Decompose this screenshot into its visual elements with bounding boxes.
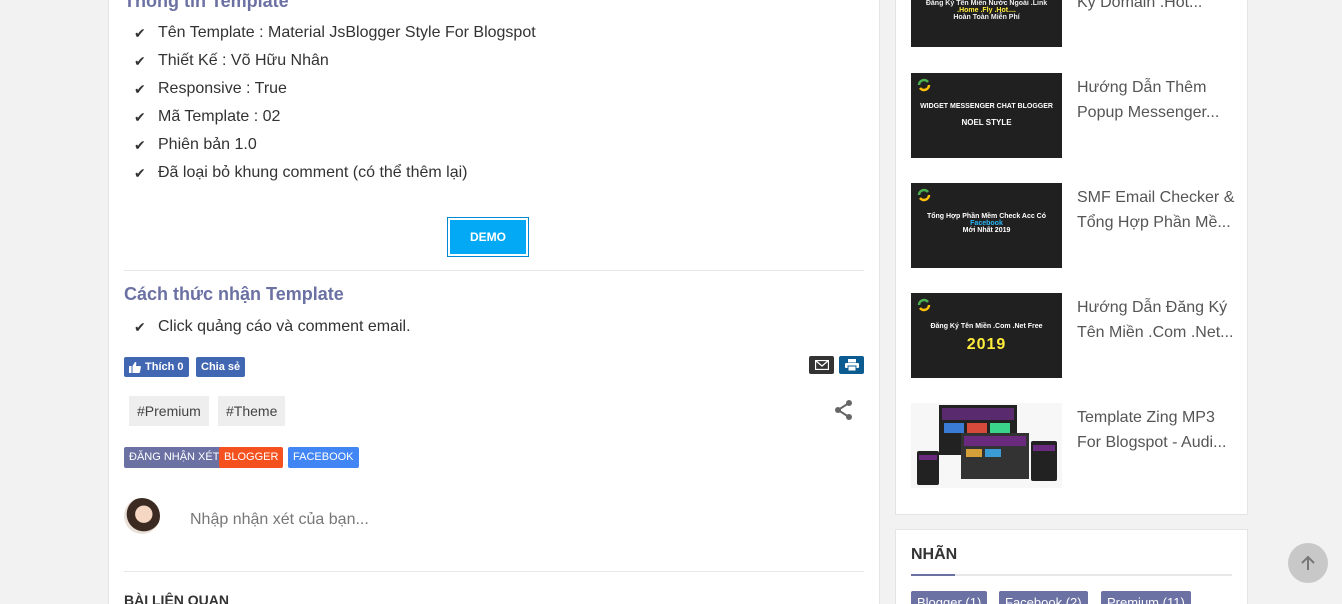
check-icon: ✔ xyxy=(134,165,146,181)
post-comment-label[interactable]: Đăng nhận xét xyxy=(124,447,225,468)
check-icon: ✔ xyxy=(134,319,146,335)
info-list: ✔ Tên Template : Material JsBlogger Style… xyxy=(134,22,536,190)
divider xyxy=(124,571,864,572)
post-title[interactable]: Hướng Dẫn Đăng Ký Tên Miền .Com .Net... xyxy=(1077,295,1237,345)
avatar xyxy=(124,498,160,534)
printer-icon xyxy=(844,359,859,371)
post-thumbnail[interactable]: Tổng Hợp Phần Mềm Check Acc Có Facebook … xyxy=(911,183,1062,268)
refresh-logo-icon xyxy=(917,78,931,92)
tag-premium[interactable]: #Premium xyxy=(129,396,209,426)
check-icon: ✔ xyxy=(134,81,146,97)
post-thumbnail[interactable]: Đăng Ký Tên Miền Nước Ngoài .Link .Home … xyxy=(911,0,1062,47)
sidebar-post[interactable]: Template Zing MP3 For Blogspot - Audi... xyxy=(911,403,1241,489)
sidebar-label-facebook[interactable]: Facebook (2) xyxy=(999,591,1088,604)
post-title[interactable]: Ký Domain .Hot... xyxy=(1077,0,1237,15)
check-icon: ✔ xyxy=(134,53,146,69)
label-facebook[interactable]: Facebook xyxy=(288,447,359,468)
check-icon: ✔ xyxy=(134,137,146,153)
list-item: ✔ Thiết Kế : Võ Hữu Nhân xyxy=(134,50,536,78)
divider xyxy=(124,270,864,271)
sidebar-post[interactable]: Đăng Ký Tên Miền Nước Ngoài .Link .Home … xyxy=(911,0,1241,48)
demo-button[interactable]: DEMO xyxy=(447,217,529,257)
divider xyxy=(911,574,1232,576)
info-section-title: Thông tin Template xyxy=(124,0,289,11)
post-thumbnail[interactable]: Đăng Ký Tên Miền .Com .Net Free 2019 xyxy=(911,293,1062,378)
thumbs-up-icon xyxy=(129,361,141,373)
list-item: ✔ Tên Template : Material JsBlogger Style… xyxy=(134,22,536,50)
how-section-title: Cách thức nhận Template xyxy=(124,284,344,304)
check-icon: ✔ xyxy=(134,25,146,41)
list-item: ✔ Mã Template : 02 xyxy=(134,106,536,134)
list-item: ✔ Phiên bản 1.0 xyxy=(134,134,536,162)
arrow-up-icon xyxy=(1301,555,1315,570)
related-posts-title: BÀI LIÊN QUAN xyxy=(124,592,229,604)
post-thumbnail[interactable] xyxy=(911,403,1062,488)
label-blogger[interactable]: Blogger xyxy=(219,447,284,468)
envelope-icon xyxy=(814,360,829,370)
post-title[interactable]: SMF Email Checker & Tổng Hợp Phần Mề... xyxy=(1077,185,1237,235)
sidebar-post[interactable]: Đăng Ký Tên Miền .Com .Net Free 2019 Hướ… xyxy=(911,293,1241,379)
print-button[interactable] xyxy=(839,356,864,374)
how-list: ✔ Click quảng cáo và comment email. xyxy=(134,316,411,344)
facebook-like-button[interactable]: Thích 0 xyxy=(124,357,189,377)
scroll-to-top-button[interactable] xyxy=(1288,543,1328,583)
list-item: ✔ Đã loại bỏ khung comment (có thể thêm l… xyxy=(134,162,536,190)
post-title[interactable]: Hướng Dẫn Thêm Popup Messenger... xyxy=(1077,75,1237,125)
refresh-logo-icon xyxy=(917,188,931,202)
check-icon: ✔ xyxy=(134,109,146,125)
refresh-logo-icon xyxy=(917,298,931,312)
sidebar-post[interactable]: Tổng Hợp Phần Mềm Check Acc Có Facebook … xyxy=(911,183,1241,269)
facebook-share-button[interactable]: Chia sẻ xyxy=(196,357,246,377)
sidebar-label-blogger[interactable]: Blogger (1) xyxy=(911,591,988,604)
labels-widget-title: NHÃN xyxy=(911,546,958,563)
email-button[interactable] xyxy=(809,356,834,374)
post-title[interactable]: Template Zing MP3 For Blogspot - Audi... xyxy=(1077,405,1237,455)
sidebar-label-premium[interactable]: Premium (11) xyxy=(1101,591,1191,604)
list-item: ✔ Responsive : True xyxy=(134,78,536,106)
sidebar-post[interactable]: WIDGET MESSENGER CHAT BLOGGER NOEL STYLE… xyxy=(911,73,1241,159)
comment-input[interactable] xyxy=(190,508,790,532)
device-mockup-image xyxy=(917,405,1057,485)
share-icon[interactable] xyxy=(832,398,856,422)
list-item: ✔ Click quảng cáo và comment email. xyxy=(134,316,411,344)
post-thumbnail[interactable]: WIDGET MESSENGER CHAT BLOGGER NOEL STYLE xyxy=(911,73,1062,158)
tag-theme[interactable]: #Theme xyxy=(218,396,286,426)
